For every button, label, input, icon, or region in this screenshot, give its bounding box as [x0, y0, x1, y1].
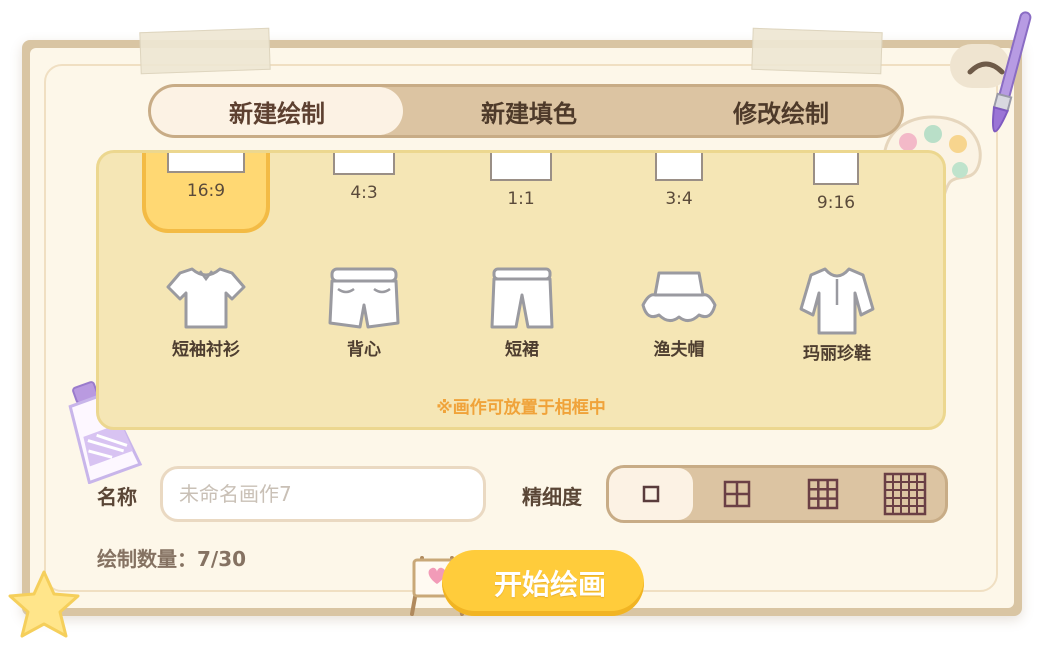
name-input[interactable]: [160, 466, 486, 522]
garment-label: 短裙: [505, 340, 539, 360]
shorts-icon: [490, 267, 554, 329]
garment-label: 背心: [347, 340, 381, 360]
grid-1x1-icon: [642, 485, 660, 503]
mode-tabs: 新建绘制 新建填色 修改绘制: [148, 84, 904, 138]
ratio-preview: [167, 153, 245, 173]
garment-option-shorts[interactable]: 短裙: [462, 265, 582, 365]
name-label: 名称: [97, 485, 137, 509]
star-icon: [8, 570, 80, 638]
ratio-option-1-1[interactable]: 1:1: [457, 153, 585, 233]
ratio-preview: [813, 153, 859, 185]
ratio-preview: [490, 153, 552, 181]
ratio-option-3-4[interactable]: 3:4: [615, 153, 743, 233]
detail-option-1x1[interactable]: [609, 468, 693, 520]
detail-level-label: 精细度: [522, 485, 582, 509]
bucket-hat-icon: [641, 271, 717, 322]
ratio-label: 16:9: [186, 181, 226, 201]
garment-option-bucket-hat[interactable]: 渔夫帽: [619, 265, 739, 365]
garment-option-vest[interactable]: 背心: [304, 265, 424, 365]
ratio-option-9-16[interactable]: 9:16: [772, 153, 900, 233]
blouse-icon: [799, 267, 875, 335]
ratio-preview: [333, 153, 395, 175]
tape-left: [139, 27, 271, 75]
garment-label: 玛丽珍鞋: [803, 344, 871, 364]
start-drawing-button[interactable]: 开始绘画: [442, 550, 644, 616]
grid-3x3-icon: [807, 478, 839, 510]
tab-new-coloring[interactable]: 新建填色: [403, 87, 655, 135]
tape-right: [751, 27, 883, 75]
tab-edit-drawing[interactable]: 修改绘制: [655, 87, 907, 135]
ratio-label: 4:3: [350, 183, 378, 203]
garment-option-tshirt[interactable]: 短袖衬衫: [146, 265, 266, 365]
detail-option-2x2[interactable]: [695, 468, 779, 520]
ratio-option-4-3[interactable]: 4:3: [300, 153, 428, 233]
paintbrush-icon: [991, 11, 1032, 133]
vest-icon: [328, 267, 400, 329]
canvas-options-panel: 16:9 4:3 1:1 3:4 9:16 短袖衬衫 背心 短裙 渔夫帽 玛丽珍…: [96, 150, 946, 430]
grid-2x2-icon: [723, 480, 751, 508]
grid-5x5-icon: [883, 472, 927, 516]
ratio-label: 1:1: [507, 189, 535, 209]
detail-option-5x5[interactable]: [863, 468, 947, 520]
drawing-count: 绘制数量：7/30: [97, 547, 247, 571]
garment-option-blouse[interactable]: 玛丽珍鞋: [777, 265, 897, 365]
garment-label: 渔夫帽: [653, 340, 705, 360]
ratio-preview: [655, 153, 703, 181]
tab-new-drawing[interactable]: 新建绘制: [151, 87, 403, 135]
detail-option-3x3[interactable]: [781, 468, 865, 520]
garment-label: 短袖衬衫: [172, 340, 240, 360]
ratio-option-16-9[interactable]: 16:9: [142, 153, 270, 233]
ratio-label: 9:16: [816, 193, 856, 213]
tshirt-icon: [166, 267, 246, 329]
ratio-label: 3:4: [665, 189, 693, 209]
detail-level-selector: [606, 465, 948, 523]
frame-hint-text: ※画作可放置于相框中: [436, 398, 606, 418]
